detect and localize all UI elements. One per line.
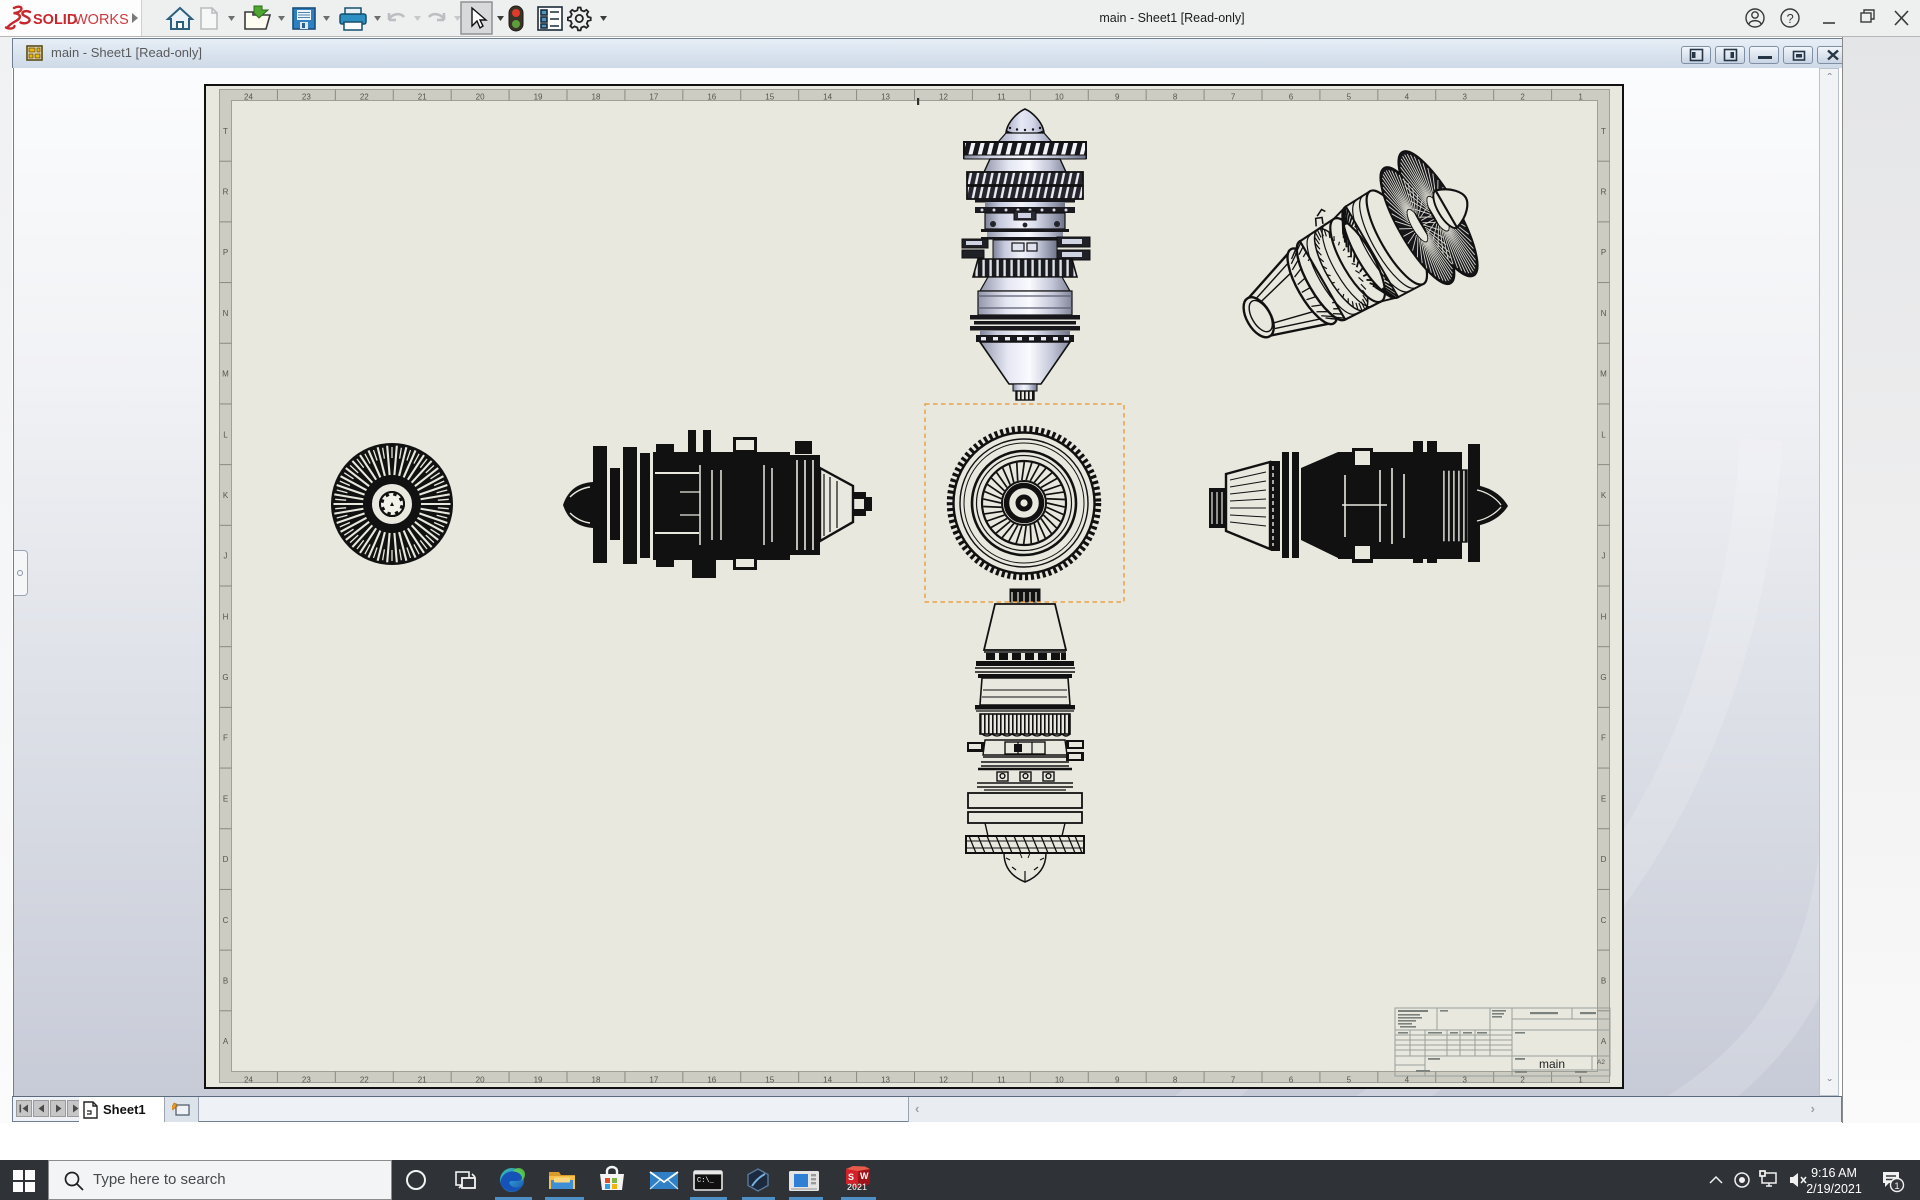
- svg-text:R: R: [223, 188, 229, 197]
- svg-text:D: D: [223, 855, 229, 864]
- svg-text:7: 7: [1231, 1076, 1236, 1085]
- svg-text:L: L: [223, 430, 228, 439]
- svg-text:10: 10: [1055, 93, 1064, 102]
- svg-text:1: 1: [1578, 1076, 1583, 1085]
- svg-text:16: 16: [707, 1076, 716, 1085]
- svg-text:H: H: [223, 612, 229, 621]
- svg-text:G: G: [1600, 673, 1606, 682]
- svg-text:main: main: [1539, 1057, 1565, 1071]
- svg-text:10: 10: [1055, 1076, 1064, 1085]
- svg-text:3: 3: [1462, 93, 1467, 102]
- svg-text:14: 14: [823, 1076, 832, 1085]
- svg-text:8: 8: [1173, 1076, 1178, 1085]
- svg-text:17: 17: [649, 93, 658, 102]
- svg-text:M: M: [222, 370, 229, 379]
- svg-text:17: 17: [649, 1076, 658, 1085]
- svg-text:13: 13: [881, 1076, 890, 1085]
- svg-text:E: E: [223, 794, 228, 803]
- svg-text:8: 8: [1173, 93, 1178, 102]
- svg-text:14: 14: [823, 93, 832, 102]
- svg-text:7: 7: [1231, 93, 1236, 102]
- svg-text:J: J: [224, 552, 228, 561]
- svg-text:20: 20: [476, 93, 485, 102]
- svg-text:21: 21: [418, 93, 427, 102]
- svg-text:N: N: [223, 309, 229, 318]
- svg-text:C: C: [1601, 916, 1607, 925]
- svg-text:A: A: [1601, 1037, 1607, 1046]
- svg-text:6: 6: [1289, 1076, 1294, 1085]
- svg-text:3: 3: [1462, 1076, 1467, 1085]
- svg-text:F: F: [1601, 734, 1606, 743]
- svg-text:11: 11: [997, 93, 1006, 102]
- svg-text:R: R: [1601, 188, 1607, 197]
- svg-text:P: P: [223, 248, 228, 257]
- svg-text:18: 18: [592, 1076, 601, 1085]
- svg-text:5: 5: [1347, 1076, 1352, 1085]
- svg-text:4: 4: [1405, 1076, 1410, 1085]
- svg-text:24: 24: [244, 1076, 253, 1085]
- svg-text:1: 1: [1578, 93, 1583, 102]
- svg-text:5: 5: [1347, 93, 1352, 102]
- svg-text:22: 22: [360, 1076, 369, 1085]
- svg-text:B: B: [223, 976, 228, 985]
- svg-text:16: 16: [707, 93, 716, 102]
- svg-text:P: P: [1601, 248, 1606, 257]
- svg-text:23: 23: [302, 1076, 311, 1085]
- svg-text:21: 21: [418, 1076, 427, 1085]
- svg-text:9: 9: [1115, 93, 1120, 102]
- svg-text:T: T: [1601, 127, 1606, 136]
- svg-text:L: L: [1601, 430, 1606, 439]
- svg-text:A2: A2: [1597, 1059, 1605, 1066]
- svg-text:19: 19: [534, 1076, 543, 1085]
- svg-text:20: 20: [476, 1076, 485, 1085]
- svg-text:C: C: [223, 916, 229, 925]
- svg-text:F: F: [223, 734, 228, 743]
- svg-text:M: M: [1600, 370, 1607, 379]
- svg-text:B: B: [1601, 976, 1606, 985]
- svg-text:H: H: [1601, 612, 1607, 621]
- svg-text:12: 12: [939, 93, 948, 102]
- svg-text:A: A: [223, 1037, 229, 1046]
- svg-text:15: 15: [765, 93, 774, 102]
- svg-text:D: D: [1601, 855, 1607, 864]
- svg-text:K: K: [223, 491, 229, 500]
- svg-text:13: 13: [881, 93, 890, 102]
- svg-text:18: 18: [592, 93, 601, 102]
- svg-text:N: N: [1601, 309, 1607, 318]
- svg-text:2: 2: [1520, 1076, 1525, 1085]
- svg-text:12: 12: [939, 1076, 948, 1085]
- svg-text:K: K: [1601, 491, 1607, 500]
- svg-text:24: 24: [244, 93, 253, 102]
- svg-text:23: 23: [302, 93, 311, 102]
- svg-text:11: 11: [997, 1076, 1006, 1085]
- svg-text:J: J: [1602, 552, 1606, 561]
- svg-text:T: T: [223, 127, 228, 136]
- svg-text:G: G: [222, 673, 228, 682]
- svg-text:E: E: [1601, 794, 1606, 803]
- svg-text:19: 19: [534, 93, 543, 102]
- svg-text:4: 4: [1405, 93, 1410, 102]
- svg-text:22: 22: [360, 93, 369, 102]
- svg-text:9: 9: [1115, 1076, 1120, 1085]
- svg-text:15: 15: [765, 1076, 774, 1085]
- svg-text:2: 2: [1520, 93, 1525, 102]
- svg-text:6: 6: [1289, 93, 1294, 102]
